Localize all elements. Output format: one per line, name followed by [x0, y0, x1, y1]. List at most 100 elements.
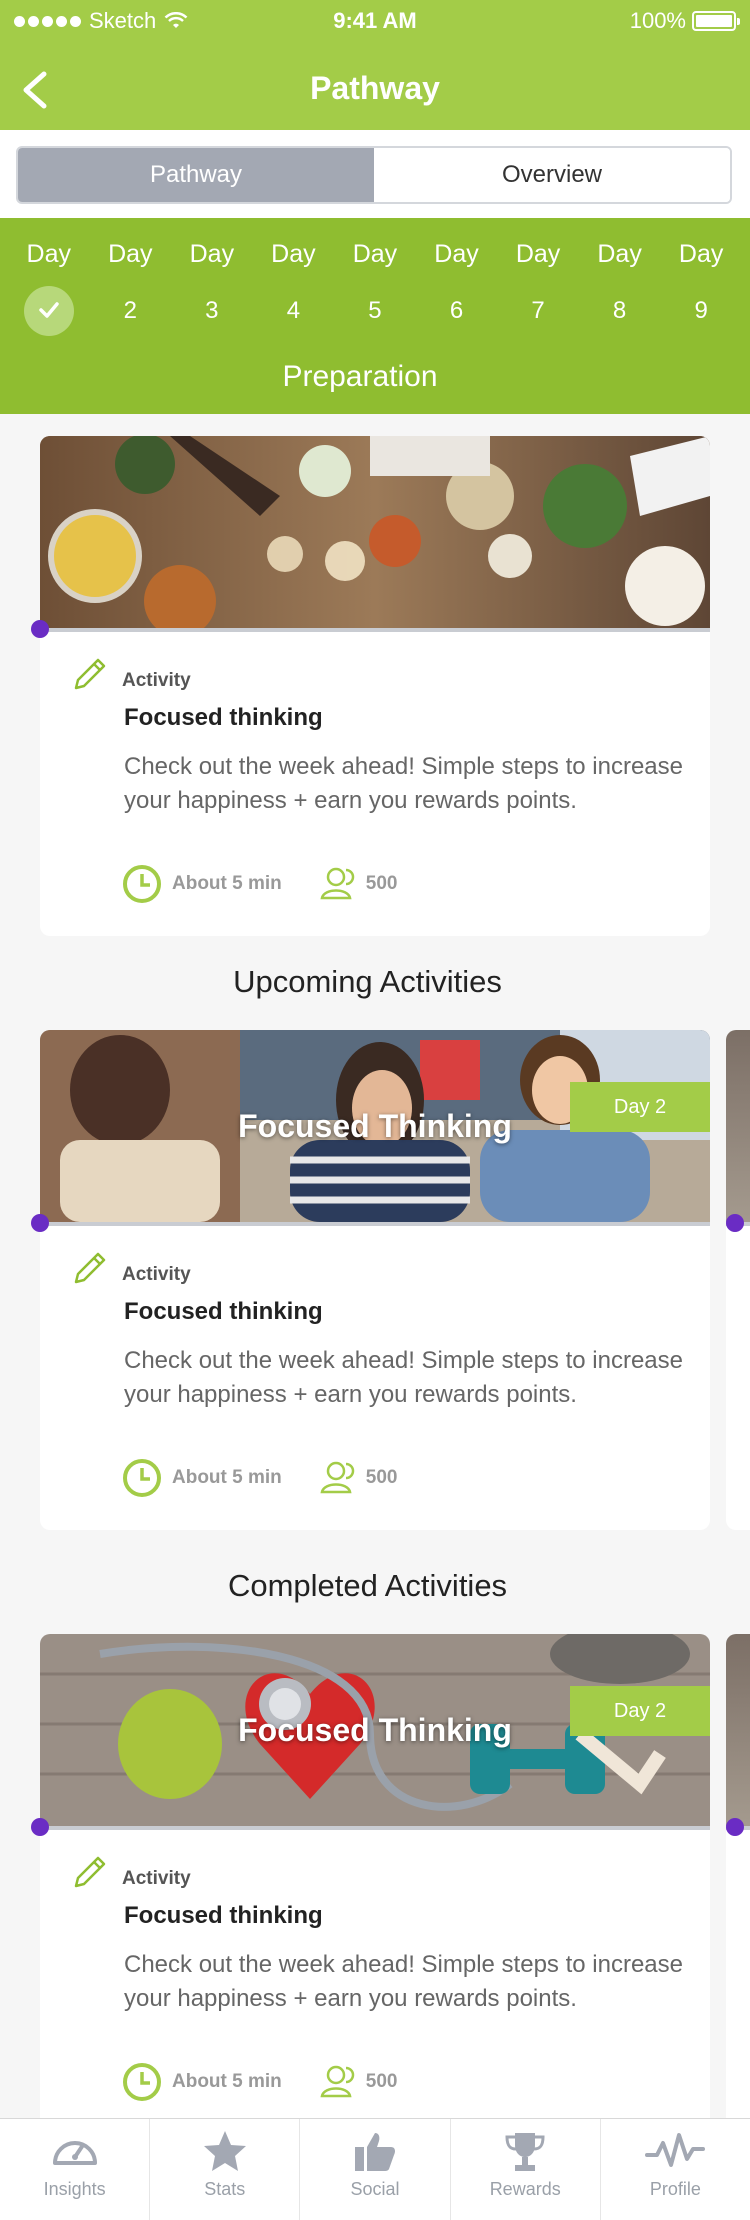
day-badge: Day 2	[570, 1686, 710, 1736]
card-image-dinner	[40, 436, 710, 628]
top-bar: Sketch 9:41 AM 100% Pathway	[0, 0, 750, 130]
page-title: Pathway	[310, 70, 440, 106]
day-7[interactable]: Day 7	[505, 240, 571, 336]
day-number: 8	[612, 297, 627, 324]
progress-line	[40, 1826, 710, 1830]
tab-insights[interactable]: Insights	[0, 2119, 151, 2220]
pencil-icon	[74, 1252, 106, 1284]
day-number: 9	[694, 297, 708, 324]
checkmark-icon	[23, 286, 74, 336]
activity-type: Activity	[122, 670, 191, 691]
peek-dot	[726, 1214, 744, 1232]
day-6[interactable]: Day 6	[424, 240, 490, 336]
peek-image	[726, 1030, 750, 1222]
duration-text: About 5 min	[172, 873, 282, 894]
tab-label: Stats	[204, 2179, 246, 2199]
dinner-table-photo	[40, 436, 710, 628]
tab-profile[interactable]: Profile	[601, 2119, 750, 2220]
peek-dot	[726, 1818, 744, 1836]
users-icon	[320, 867, 355, 900]
day-label: Day	[271, 240, 316, 268]
tab-label: Profile	[649, 2179, 701, 2199]
activity-type: Activity	[122, 1264, 191, 1285]
day-2[interactable]: Day 2	[97, 240, 163, 336]
points-text: 500	[365, 873, 398, 894]
star-icon	[203, 2131, 246, 2171]
day-label: Day	[434, 240, 479, 268]
status-bar: Sketch 9:41 AM 100%	[0, 0, 750, 40]
pencil-icon	[74, 1856, 106, 1888]
segment-overview[interactable]: Overview	[374, 148, 730, 202]
battery-icon	[692, 11, 740, 31]
users-icon	[320, 2065, 355, 2098]
tab-label: Insights	[43, 2179, 106, 2199]
tab-social[interactable]: Social	[300, 2119, 451, 2220]
duration: About 5 min	[122, 2062, 282, 2102]
section-completed: Completed Activities	[227, 1568, 508, 1603]
day-label: Day	[352, 240, 398, 268]
tab-bar: Insights Stats Social Rewards Profile	[0, 2118, 750, 2220]
activity-meta: About 5 min 500	[122, 2062, 431, 2102]
activity-title: Focused thinking	[124, 1298, 323, 1325]
users-icon	[320, 1461, 355, 1494]
day-number: 4	[286, 297, 301, 324]
timeline-dot	[31, 1818, 49, 1836]
card-image-health: Focused Thinking Day 2	[40, 1634, 710, 1826]
tab-stats[interactable]: Stats	[150, 2119, 301, 2220]
activity-description: Check out the week ahead! Simple steps t…	[124, 1347, 683, 1408]
day-4[interactable]: Day 4	[260, 240, 326, 336]
activity-title: Focused thinking	[124, 704, 323, 731]
peek-image	[726, 1634, 750, 1826]
gauge-icon	[52, 2141, 97, 2165]
day-row: Day Day 2 Day 3 Day 4 Day 5 Day 6 Day 7 Day 8 Day 9	[0, 240, 750, 336]
clock-icon	[123, 1459, 161, 1497]
day-number: 5	[368, 297, 382, 324]
segmented-control: Pathway Overview	[16, 146, 732, 204]
points: 500	[316, 2062, 398, 2102]
points: 500	[316, 1458, 397, 1498]
clock-icon	[123, 865, 161, 903]
day-5[interactable]: Day 5	[342, 240, 408, 336]
section-upcoming: Upcoming Activities	[233, 964, 502, 999]
day-number: 6	[449, 297, 464, 324]
app-screen: Sketch 9:41 AM 100% Pathway Pathway Over…	[0, 0, 750, 2220]
day-1[interactable]: Day	[16, 240, 82, 336]
day-8[interactable]: Day 8	[587, 240, 653, 336]
day-number: 7	[531, 297, 545, 324]
day-label: Day	[108, 240, 153, 268]
activity-card[interactable]: Activity Focused thinking Check out the …	[31, 436, 710, 936]
battery-percent: 100%	[629, 8, 686, 33]
pencil-icon	[74, 658, 106, 690]
day-3[interactable]: Day 3	[179, 240, 245, 336]
battery: 100%	[629, 8, 740, 34]
tab-rewards[interactable]: Rewards	[451, 2119, 601, 2220]
activity-card[interactable]: Focused Thinking Day 2 Activity Focused …	[31, 1030, 710, 1530]
day-strip: Day Day 2 Day 3 Day 4 Day 5 Day 6 Day 7 Day 8 Day 9 Prep…	[0, 218, 750, 414]
tab-label: Rewards	[489, 2179, 561, 2199]
activity-type: Activity	[122, 1868, 191, 1889]
progress-line	[40, 628, 710, 632]
card-image-friends: Focused Thinking Day 2	[40, 1030, 710, 1222]
points: 500	[316, 864, 398, 904]
activity-meta: About 5 min 500	[122, 1458, 431, 1498]
day-number: 3	[205, 297, 219, 324]
activity-card[interactable]: Focused Thinking Day 2 Activity Focused …	[31, 1634, 710, 2134]
day-label: Day	[26, 240, 71, 268]
duration: About 5 min	[122, 1458, 282, 1498]
clock-icon	[123, 2063, 161, 2101]
day-9[interactable]: Day 9	[668, 240, 734, 336]
activity-title: Focused thinking	[124, 1902, 323, 1929]
phase-title: Preparation	[282, 360, 438, 393]
day-label: Day	[189, 240, 235, 268]
tab-label: Social	[350, 2179, 400, 2199]
day-label: Day	[515, 240, 561, 268]
points-text: 500	[365, 2071, 398, 2092]
segment-pathway[interactable]: Pathway	[18, 148, 374, 202]
activity-description: Check out the week ahead! Simple steps t…	[124, 1951, 683, 2012]
thumbs-up-icon	[355, 2133, 395, 2171]
next-card-peek[interactable]	[726, 1634, 750, 2134]
next-card-peek[interactable]	[726, 1030, 750, 1530]
day-label: Day	[678, 240, 724, 268]
segment-wrapper: Pathway Overview	[0, 130, 750, 218]
duration-text: About 5 min	[172, 2071, 282, 2092]
